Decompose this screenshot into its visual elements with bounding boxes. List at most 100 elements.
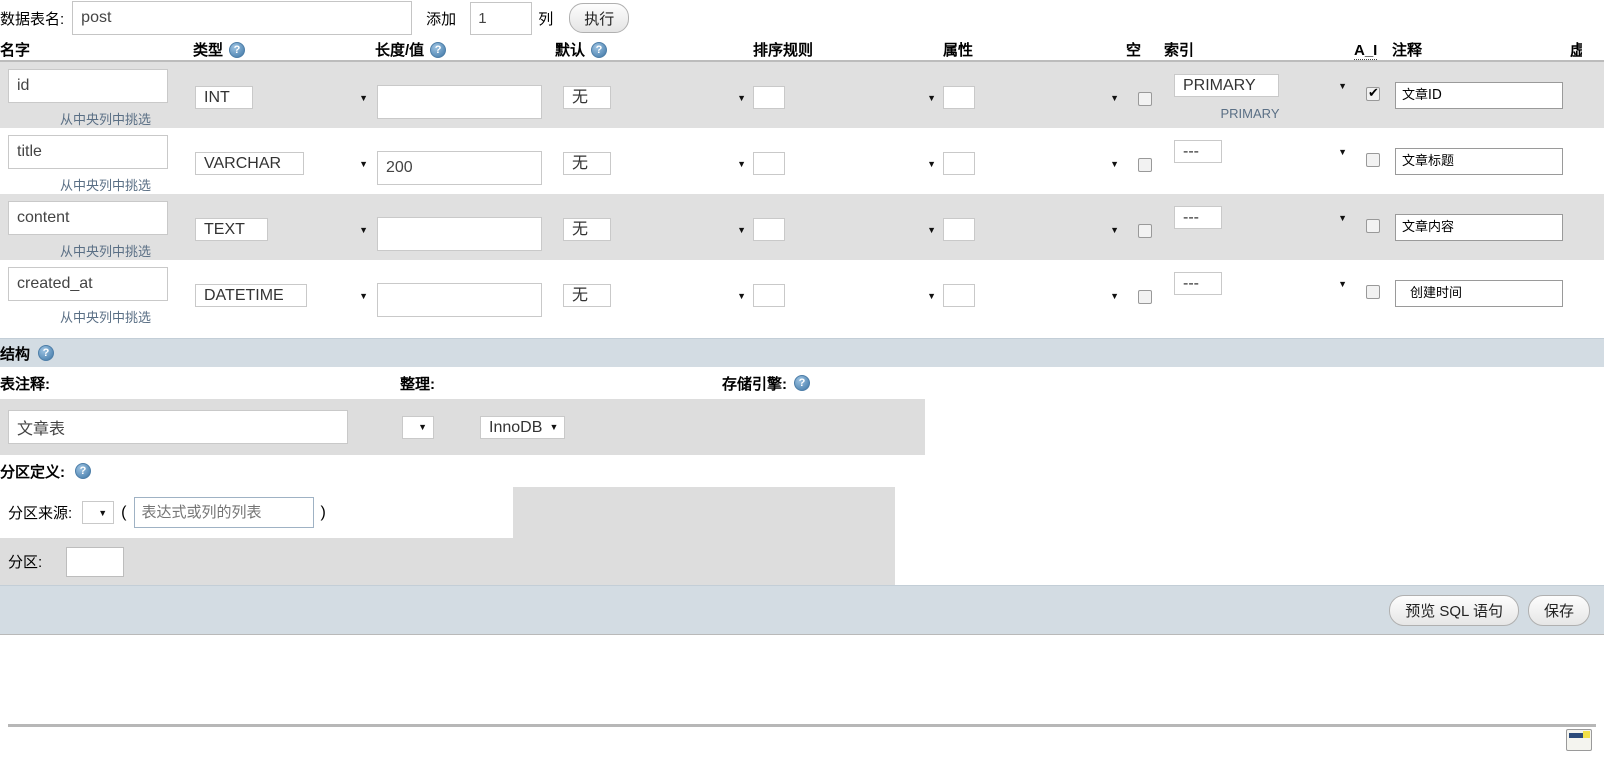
header-type: 类型 (193, 39, 375, 60)
table-row: 从中央列中挑选 DATETIME 无 --- (0, 260, 1604, 326)
column-default-cell: 无 (555, 194, 753, 243)
preview-sql-button[interactable]: 预览 SQL 语句 (1389, 594, 1519, 626)
column-type-cell: DATETIME (193, 260, 375, 309)
column-name-input-0[interactable] (8, 69, 168, 103)
help-icon-type[interactable] (229, 41, 246, 58)
columns-grid: 名字 类型 长度/值 默认 排序规则 属性 空 (0, 36, 1604, 338)
table-row: 从中央列中挑选 INT 无 PRIMARY PRIMARY (0, 62, 1604, 128)
header-comment: 注释 (1392, 42, 1423, 59)
add-columns-count-input[interactable] (470, 1, 533, 35)
column-attributes-select-2[interactable] (943, 218, 975, 241)
partitions-count-input[interactable] (66, 546, 125, 577)
table-name-input[interactable] (72, 1, 413, 35)
column-comment-input-1[interactable]: 文章标题 (1395, 148, 1563, 175)
console-toggle-icon[interactable] (1566, 729, 1592, 751)
column-default-cell: 无 (555, 128, 753, 177)
column-collation-cell (753, 260, 943, 309)
column-name-cell: 从中央列中挑选 (0, 62, 193, 128)
column-name-cell: 从中央列中挑选 (0, 194, 193, 260)
column-type-select-1[interactable]: VARCHAR (195, 152, 305, 175)
column-length-cell (375, 62, 555, 119)
bottom-divider (8, 724, 1596, 727)
column-length-input-2[interactable] (377, 217, 542, 251)
column-default-select-0[interactable]: 无 (563, 86, 612, 109)
partition-source-select[interactable] (82, 501, 115, 524)
columns-unit-label: 列 (538, 10, 554, 28)
paren-open: ( (121, 503, 127, 521)
column-null-cell (1126, 260, 1164, 304)
column-comment-cell: 创建时间 (1392, 260, 1570, 307)
column-auto-increment-checkbox-2[interactable] (1366, 219, 1380, 233)
column-comment-input-2[interactable]: 文章内容 (1395, 214, 1563, 241)
column-name-cell: 从中央列中挑选 (0, 128, 193, 194)
column-attributes-select-1[interactable] (943, 152, 975, 175)
column-collation-select-1[interactable] (753, 152, 785, 175)
column-length-input-0[interactable] (377, 85, 542, 119)
column-null-checkbox-3[interactable] (1138, 290, 1152, 304)
storage-engine-select[interactable]: InnoDB (480, 415, 566, 439)
table-collation-select[interactable] (402, 415, 434, 439)
header-default: 默认 (555, 39, 753, 60)
help-icon-engine[interactable] (794, 375, 810, 391)
partition-expression-input[interactable] (133, 497, 314, 528)
column-auto-increment-checkbox-3[interactable] (1366, 285, 1380, 299)
pick-from-central-link-0[interactable]: 从中央列中挑选 (60, 109, 193, 128)
pick-from-central-link-1[interactable]: 从中央列中挑选 (60, 175, 193, 194)
table-row: 从中央列中挑选 VARCHAR 无 --- (0, 128, 1604, 194)
column-null-checkbox-0[interactable] (1138, 92, 1152, 106)
column-length-cell (375, 194, 555, 251)
column-index-sublabel-0[interactable]: PRIMARY (1174, 106, 1326, 121)
partition-source-row: 分区来源: ( ) (0, 487, 513, 538)
column-attributes-cell (943, 128, 1126, 177)
column-index-select-3[interactable]: --- (1174, 272, 1222, 295)
column-attributes-select-3[interactable] (943, 284, 975, 307)
pick-from-central-link-2[interactable]: 从中央列中挑选 (60, 241, 193, 260)
column-default-select-1[interactable]: 无 (563, 152, 612, 175)
table-comment-input[interactable] (8, 410, 348, 444)
column-collation-select-3[interactable] (753, 284, 785, 307)
column-type-select-2[interactable]: TEXT (195, 218, 268, 241)
column-name-input-1[interactable] (8, 135, 168, 169)
column-type-select-3[interactable]: DATETIME (195, 284, 307, 307)
help-icon-length[interactable] (430, 41, 447, 58)
column-null-cell (1126, 62, 1164, 106)
column-index-select-2[interactable]: --- (1174, 206, 1222, 229)
column-collation-cell (753, 62, 943, 111)
column-attributes-select-0[interactable] (943, 86, 975, 109)
column-comment-input-0[interactable]: 文章ID (1395, 82, 1563, 109)
column-index-cell: PRIMARY PRIMARY (1164, 62, 1354, 121)
table-name-label: 数据表名: (0, 10, 65, 28)
column-ai-cell (1354, 260, 1392, 299)
column-length-input-1[interactable] (377, 151, 542, 185)
help-icon-structure[interactable] (38, 345, 55, 361)
help-icon-partition[interactable] (75, 463, 91, 479)
go-button[interactable]: 执行 (569, 3, 630, 33)
column-ai-cell (1354, 62, 1392, 101)
help-icon-default[interactable] (591, 41, 608, 58)
column-default-select-3[interactable]: 无 (563, 284, 612, 307)
structure-labels-row: 表注释: 整理: 存储引擎: (0, 367, 1604, 399)
storage-engine-label-group: 存储引擎: (722, 373, 810, 394)
partitions-count-label: 分区: (8, 554, 43, 571)
save-button[interactable]: 保存 (1527, 594, 1590, 626)
partition-definition-title: 分区定义: (0, 463, 65, 481)
column-type-select-0[interactable]: INT (195, 86, 253, 109)
structure-section-title: 结构 (0, 345, 31, 363)
column-name-input-2[interactable] (8, 201, 168, 235)
column-default-select-2[interactable]: 无 (563, 218, 612, 241)
column-auto-increment-checkbox-1[interactable] (1366, 153, 1380, 167)
column-auto-increment-checkbox-0[interactable] (1366, 85, 1380, 101)
column-comment-input-3[interactable]: 创建时间 (1395, 280, 1563, 307)
column-index-cell: --- (1164, 194, 1354, 231)
column-collation-select-0[interactable] (753, 86, 785, 109)
pick-from-central-link-3[interactable]: 从中央列中挑选 (60, 307, 193, 326)
header-auto-increment: A_I (1354, 42, 1378, 60)
column-name-input-3[interactable] (8, 267, 168, 301)
column-null-checkbox-2[interactable] (1138, 224, 1152, 238)
column-collation-cell (753, 194, 943, 243)
column-null-checkbox-1[interactable] (1138, 158, 1152, 172)
column-length-input-3[interactable] (377, 283, 542, 317)
column-index-select-0[interactable]: PRIMARY (1174, 74, 1279, 97)
column-index-select-1[interactable]: --- (1174, 140, 1222, 163)
column-collation-select-2[interactable] (753, 218, 785, 241)
